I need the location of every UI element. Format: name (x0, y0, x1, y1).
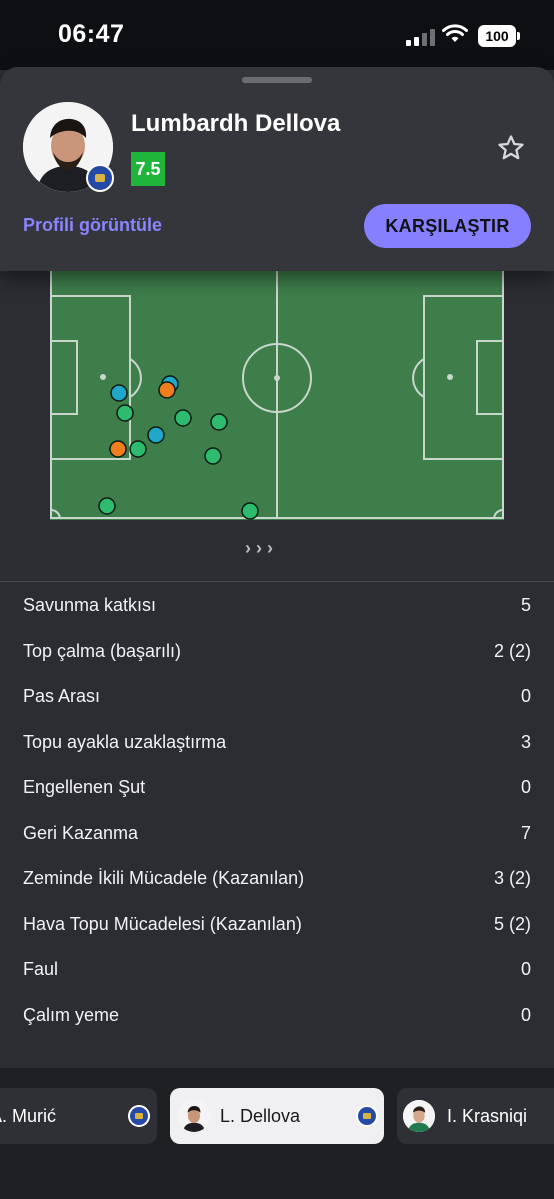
player-header-sheet: Lumbardh Dellova 7.5 Profili görüntüle K… (0, 67, 554, 271)
player-name: Lumbardh Dellova (131, 110, 341, 137)
stat-row-aerial-duels: Hava Topu Mücadelesi (Kazanılan) 5 (2) (0, 902, 554, 948)
stat-row-dribbled-past: Çalım yeme 0 (0, 993, 554, 1039)
player-chip-name: A. Murić (0, 1105, 57, 1126)
stat-label: Geri Kazanma (23, 822, 139, 843)
stat-label: Zeminde İkili Mücadele (Kazanılan) (23, 868, 305, 889)
status-bar: 06:47 100 (0, 0, 554, 70)
compare-button[interactable]: KARŞILAŞTIR (364, 204, 531, 248)
stat-label: Topu ayakla uzaklaştırma (23, 731, 227, 752)
defensive-stats-list: Savunma katkısı 5 Top çalma (başarılı) 2… (0, 583, 554, 1038)
section-divider (0, 581, 554, 582)
view-profile-link[interactable]: Profili görüntüle (23, 215, 162, 236)
player-avatar (403, 1100, 435, 1132)
player-switcher-bar: A. Murić L. Dellova I. Krasniqi (0, 1068, 554, 1199)
stat-row-interceptions: Pas Arası 0 (0, 674, 554, 720)
marker-green (241, 502, 259, 520)
player-rating-badge: 7.5 (131, 152, 165, 186)
marker-orange (109, 440, 127, 458)
stat-row-fouls: Faul 0 (0, 947, 554, 993)
stat-row-blocked-shots: Engellenen Şut 0 (0, 765, 554, 811)
favorite-star-icon[interactable] (496, 133, 526, 163)
action-map-pitch (50, 270, 504, 520)
player-avatar (178, 1100, 210, 1132)
stat-value: 0 (520, 959, 531, 980)
stat-value: 3 (520, 731, 531, 752)
marker-green (210, 413, 228, 431)
stat-row-defensive-contribution: Savunma katkısı 5 (0, 583, 554, 629)
battery-icon: 100 (478, 25, 520, 47)
player-chip-previous[interactable]: A. Murić (0, 1088, 157, 1144)
marker-orange (158, 381, 176, 399)
stat-label: Engellenen Şut (23, 777, 146, 798)
stat-label: Top çalma (başarılı) (23, 640, 182, 661)
wifi-icon (442, 24, 468, 42)
stat-label: Faul (23, 959, 59, 980)
stat-row-recoveries: Geri Kazanma 7 (0, 811, 554, 857)
stat-value: 2 (2) (493, 640, 531, 661)
stat-label: Pas Arası (23, 686, 101, 707)
stat-value: 0 (520, 686, 531, 707)
marker-green (129, 440, 147, 458)
player-chip-name: L. Dellova (220, 1105, 301, 1126)
stat-label: Çalım yeme (23, 1004, 120, 1025)
stat-value: 5 (2) (493, 913, 531, 934)
marker-green (116, 404, 134, 422)
stat-label: Hava Topu Mücadelesi (Kazanılan) (23, 913, 302, 934)
player-photo-icon (178, 1100, 210, 1132)
action-markers (98, 375, 259, 520)
stat-value: 0 (520, 777, 531, 798)
stat-row-ground-duels: Zeminde İkili Mücadele (Kazanılan) 3 (2) (0, 856, 554, 902)
status-time: 06:47 (58, 20, 125, 48)
marker-green (98, 497, 116, 515)
marker-green (174, 409, 192, 427)
stat-value: 7 (520, 822, 531, 843)
country-flag-icon (128, 1105, 150, 1127)
player-chip-next[interactable]: I. Krasniqi (397, 1088, 554, 1144)
pitch-direction-arrows: › › › (245, 538, 273, 558)
player-chip-name: I. Krasniqi (447, 1105, 528, 1126)
marker-green (204, 447, 222, 465)
marker-blue (147, 426, 165, 444)
country-flag-icon (356, 1105, 378, 1127)
stat-value: 5 (520, 595, 531, 616)
stat-value: 0 (520, 1004, 531, 1025)
cellular-signal-icon (406, 28, 435, 46)
stat-row-tackles: Top çalma (başarılı) 2 (2) (0, 629, 554, 675)
stat-row-clearances: Topu ayakla uzaklaştırma 3 (0, 720, 554, 766)
stat-value: 3 (2) (493, 868, 531, 889)
player-chip-current[interactable]: L. Dellova (170, 1088, 384, 1144)
stat-label: Savunma katkısı (23, 595, 157, 616)
marker-blue (110, 384, 128, 402)
player-photo-icon (403, 1100, 435, 1132)
drag-handle[interactable] (242, 77, 312, 83)
country-flag-icon (86, 164, 114, 192)
